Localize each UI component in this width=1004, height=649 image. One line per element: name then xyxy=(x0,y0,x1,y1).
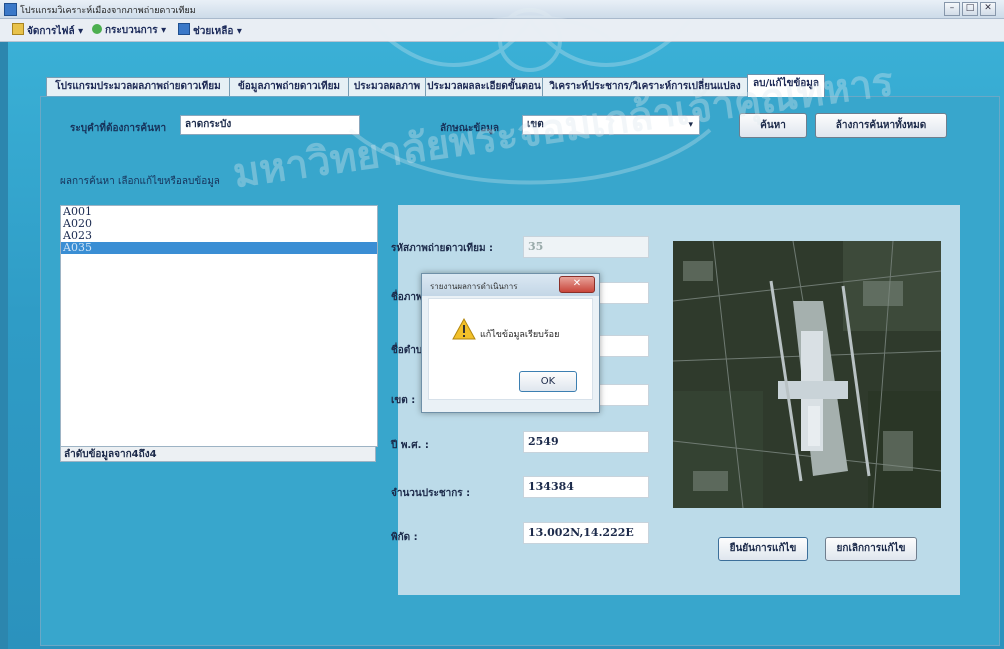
menu-process[interactable]: กระบวนการ ▾ xyxy=(92,23,166,37)
maximize-button[interactable]: □ xyxy=(962,2,978,16)
field-label-id: รหัสภาพถ่ายดาวเทียม : xyxy=(391,243,494,254)
list-item-selected[interactable]: A035 xyxy=(61,242,377,254)
search-button[interactable]: ค้นหา xyxy=(739,113,807,138)
field-label-district: เขต : xyxy=(391,395,416,406)
menu-file-label: จัดการไฟล์ xyxy=(27,26,75,37)
folder-icon xyxy=(12,23,24,35)
list-item[interactable]: A023 xyxy=(61,230,377,242)
warning-icon xyxy=(452,318,476,340)
close-window-button[interactable]: ✕ xyxy=(980,2,996,16)
clear-search-button[interactable]: ล้างการค้นหาทั้งหมด xyxy=(815,113,947,138)
search-input[interactable]: ลาดกระบัง xyxy=(180,115,360,135)
dialog-close-button[interactable]: ✕ xyxy=(559,276,595,293)
category-value: เขต xyxy=(527,119,544,130)
search-label: ระบุคำที่ต้องการค้นหา xyxy=(70,123,167,134)
cancel-edit-button[interactable]: ยกเลิกการแก้ไข xyxy=(825,537,917,561)
population-field[interactable]: 134384 xyxy=(523,476,649,498)
window-title: โปรแกรมวิเคราะห์เมืองจากภาพถ่ายดาวเทียม xyxy=(20,6,196,16)
menu-file[interactable]: จัดการไฟล์ ▾ xyxy=(12,23,83,37)
results-list[interactable]: A001 A020 A023 A035 xyxy=(60,205,378,447)
field-label-coordinate: พิกัด : xyxy=(391,532,418,543)
tab-satellite-data[interactable]: ข้อมูลภาพถ่ายดาวเทียม xyxy=(229,77,349,96)
list-item[interactable]: A020 xyxy=(61,218,377,230)
tab-processing[interactable]: โปรแกรมประมวลผลภาพถ่ายดาวเทียม xyxy=(46,77,230,96)
list-item[interactable]: A001 xyxy=(61,206,377,218)
minimize-button[interactable]: – xyxy=(944,2,960,16)
tab-detailed-processing[interactable]: ประมวลผลละเอียดขั้นตอน xyxy=(425,77,543,96)
app-icon xyxy=(4,3,17,16)
menu-help-label: ช่วยเหลือ xyxy=(193,26,234,37)
chevron-down-icon: ▾ xyxy=(688,120,693,130)
help-icon xyxy=(178,23,190,35)
year-field[interactable]: 2549 xyxy=(523,431,649,453)
satellite-image xyxy=(673,241,941,508)
dialog-message: แก้ไขข้อมูลเรียบร้อย xyxy=(480,330,560,340)
field-label-year: ปี พ.ศ. : xyxy=(391,440,429,451)
confirm-edit-button[interactable]: ยืนยันการแก้ไข xyxy=(718,537,808,561)
process-icon xyxy=(92,24,102,34)
results-heading: ผลการค้นหา เลือกแก้ไขหรือลบข้อมูล xyxy=(60,176,220,187)
ok-button[interactable]: OK xyxy=(519,371,577,392)
tab-edit-delete[interactable]: ลบ/แก้ไขข้อมูล xyxy=(747,74,825,97)
list-status: ลำดับข้อมูลจาก4ถึง4 xyxy=(60,446,376,462)
category-label: ลักษณะข้อมูล xyxy=(440,123,499,134)
coordinate-field[interactable]: 13.002N,14.222E xyxy=(523,522,649,544)
satellite-image-graphic xyxy=(673,241,941,508)
dialog-title: รายงานผลการดำเนินการ xyxy=(430,282,518,291)
menu-help[interactable]: ช่วยเหลือ ▾ xyxy=(178,23,242,37)
menu-bar: จัดการไฟล์ ▾ กระบวนการ ▾ ช่วยเหลือ ▾ xyxy=(0,19,1004,42)
title-bar: โปรแกรมวิเคราะห์เมืองจากภาพถ่ายดาวเทียม … xyxy=(0,0,1004,19)
field-label-population: จำนวนประชากร : xyxy=(391,488,471,499)
tab-image-processing[interactable]: ประมวลผลภาพ xyxy=(348,77,426,96)
menu-process-label: กระบวนการ xyxy=(105,25,158,36)
image-id-field: 35 xyxy=(523,236,649,258)
result-dialog: รายงานผลการดำเนินการ ✕ แก้ไขข้อมูลเรียบร… xyxy=(421,273,600,413)
field-label-name: ชื่อภาพ xyxy=(391,292,423,303)
tab-analysis[interactable]: วิเคราะห์ประชากร/วิเคราะห์การเปลี่ยนแปลง xyxy=(542,77,748,96)
category-select[interactable]: เขต ▾ xyxy=(522,115,700,135)
